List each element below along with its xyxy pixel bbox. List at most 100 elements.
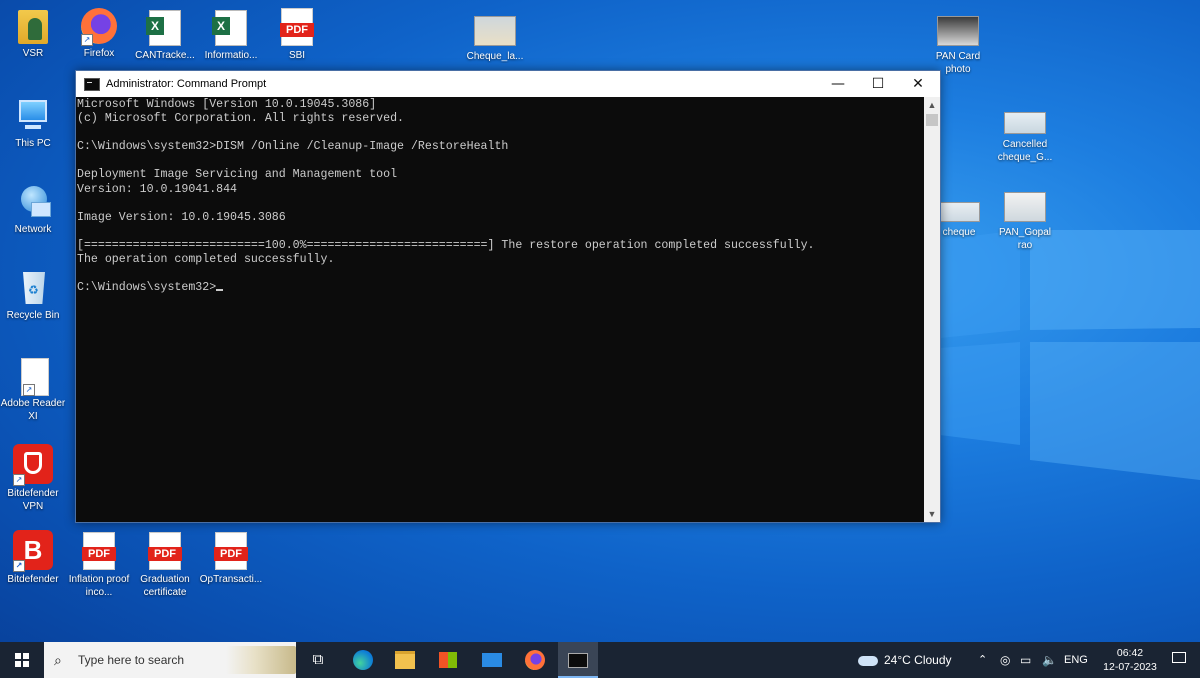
cloudy-weather-icon [858, 655, 878, 666]
desktop-icon-label: Cheque_la... [466, 51, 524, 62]
taskbar-search-box[interactable]: ⌕ Type here to search [44, 642, 296, 678]
desktop-icon-this-pc[interactable]: This PC [0, 98, 66, 150]
desktop-icon-sbi[interactable]: PDF SBI [264, 8, 330, 62]
excel-icon: X [146, 10, 181, 46]
pdf-icon: PDF [214, 532, 248, 570]
console-line: (c) Microsoft Corporation. All rights re… [77, 112, 404, 126]
image-file-icon [1004, 112, 1046, 134]
desktop-icon-label: Inflation proof inco... [68, 574, 130, 598]
console-line: The operation completed successfully. [77, 253, 335, 267]
vertical-scrollbar[interactable]: ▲ ▼ [924, 97, 940, 522]
desktop-icon-inflation-proof[interactable]: PDF Inflation proof inco... [66, 532, 132, 599]
console-line: C:\Windows\system32>DISM /Online /Cleanu… [77, 140, 509, 154]
taskbar-clock[interactable]: 06:42 12-07-2023 [1100, 646, 1160, 674]
scroll-up-arrow-icon[interactable]: ▲ [924, 97, 940, 113]
search-highlight-image [226, 646, 296, 674]
windows-start-icon [15, 653, 29, 667]
volume-icon[interactable]: 🔈 [1042, 642, 1057, 678]
shortcut-arrow-icon: ↗ [13, 560, 25, 572]
desktop-icon-pan-gopal-rao[interactable]: PAN_Gopal rao [992, 188, 1058, 252]
edge-icon[interactable] [343, 642, 383, 678]
desktop-icon-label: OpTransacti... [199, 574, 263, 585]
maximize-button[interactable]: ☐ [858, 71, 898, 97]
desktop-icon-pan-card-photo[interactable]: PAN Card photo [925, 12, 991, 76]
command-prompt-window[interactable]: Administrator: Command Prompt — ☐ ✕ Micr… [75, 70, 941, 523]
firefox-taskbar-icon[interactable] [515, 642, 555, 678]
scrollbar-thumb[interactable] [926, 114, 938, 126]
console-line: Microsoft Windows [Version 10.0.19045.30… [77, 98, 377, 111]
windows-wallpaper-logo [940, 230, 1200, 480]
desktop-icon-adobe-reader[interactable]: ↗ Adobe Reader XI [0, 358, 66, 423]
start-button[interactable] [0, 642, 44, 678]
taskbar: ⌕ Type here to search ⧉ 24°C Cloudy ⌃ ◎ … [0, 642, 1200, 678]
firefox-icon: ↗ [81, 8, 117, 46]
user-folder-icon [18, 10, 48, 44]
notification-center-icon[interactable] [1172, 652, 1188, 666]
pdf-icon: PDF [148, 532, 182, 570]
desktop-icon-label: Firefox [83, 48, 115, 59]
console-line: [==========================100.0%=======… [77, 238, 815, 252]
show-hidden-icons-chevron-icon[interactable]: ⌃ [978, 642, 987, 678]
window-titlebar[interactable]: Administrator: Command Prompt — ☐ ✕ [76, 71, 940, 97]
console-output[interactable]: Microsoft Windows [Version 10.0.19045.30… [76, 97, 924, 522]
desktop-icon-label: Bitdefender [7, 574, 59, 585]
desktop-icon-label: Bitdefender VPN [7, 488, 59, 512]
computer-icon [15, 98, 51, 134]
desktop-icon-cantracker[interactable]: X CANTracke... [132, 10, 198, 62]
desktop-icon-vsr[interactable]: VSR [0, 10, 66, 60]
desktop-icon-label: VSR [22, 48, 44, 59]
console-line: Image Version: 10.0.19045.3086 [77, 210, 286, 224]
desktop-icon-label: Graduation certificate [140, 574, 190, 598]
window-title: Administrator: Command Prompt [106, 78, 267, 90]
desktop-icon-cancelled-cheque[interactable]: Cancelled cheque_G... [992, 108, 1058, 164]
shortcut-arrow-icon: ↗ [13, 474, 25, 486]
console-line: Deployment Image Servicing and Managemen… [77, 168, 398, 182]
mail-icon[interactable] [472, 642, 512, 678]
desktop-icon-network[interactable]: Network [0, 184, 66, 236]
network-status-icon[interactable]: ▭ [1020, 642, 1031, 678]
task-view-icon[interactable]: ⧉ [298, 642, 338, 678]
image-file-icon [1004, 192, 1046, 222]
command-prompt-taskbar-icon[interactable] [558, 642, 598, 678]
pdf-icon: PDF [280, 8, 314, 46]
desktop-icon-bitdefender[interactable]: B ↗ Bitdefender [0, 530, 66, 586]
command-prompt-icon [84, 77, 100, 91]
image-file-icon [938, 202, 980, 222]
desktop-icon-information[interactable]: X Informatio... [198, 10, 264, 62]
desktop-icon-firefox[interactable]: ↗ Firefox [66, 8, 132, 60]
bitdefender-vpn-icon: ↗ [13, 444, 53, 486]
desktop-icon-label: Informatio... [204, 50, 258, 61]
excel-icon: X [212, 10, 247, 46]
network-globe-icon [15, 184, 51, 220]
desktop-icon-cheque-la[interactable]: Cheque_la... [462, 12, 528, 63]
desktop-icon-bitdefender-vpn[interactable]: ↗ Bitdefender VPN [0, 444, 66, 513]
language-indicator[interactable]: ENG [1064, 642, 1088, 678]
scroll-down-arrow-icon[interactable]: ▼ [924, 506, 940, 522]
desktop-icon-optransaction[interactable]: PDF OpTransacti... [198, 532, 264, 586]
clock-time: 06:42 [1116, 647, 1144, 659]
desktop-icon-label: Cancelled cheque_G... [997, 139, 1053, 163]
weather-text: 24°C Cloudy [884, 653, 952, 667]
desktop-icon-label: PAN_Gopal rao [998, 227, 1052, 251]
desktop-icon-recycle-bin[interactable]: ♻ Recycle Bin [0, 270, 66, 322]
bitdefender-icon: B ↗ [13, 530, 53, 572]
image-file-icon [937, 16, 979, 46]
weather-widget[interactable]: 24°C Cloudy [858, 642, 952, 678]
desktop-icon-label: Adobe Reader XI [0, 398, 66, 422]
recycle-bin-icon: ♻ [15, 270, 51, 306]
console-line: C:\Windows\system32> [77, 281, 923, 295]
microsoft-store-icon[interactable] [428, 642, 468, 678]
image-file-icon [474, 16, 516, 46]
desktop-icon-label: Recycle Bin [6, 310, 60, 321]
console-line: Version: 10.0.19041.844 [77, 182, 238, 196]
file-explorer-icon[interactable] [385, 642, 425, 678]
desktop-icon-graduation-certificate[interactable]: PDF Graduation certificate [132, 532, 198, 599]
close-button[interactable]: ✕ [898, 71, 938, 97]
minimize-button[interactable]: — [818, 71, 858, 97]
meet-now-icon[interactable]: ◎ [1000, 642, 1010, 678]
file-icon: ↗ [15, 358, 51, 396]
clock-date: 12-07-2023 [1103, 661, 1157, 673]
